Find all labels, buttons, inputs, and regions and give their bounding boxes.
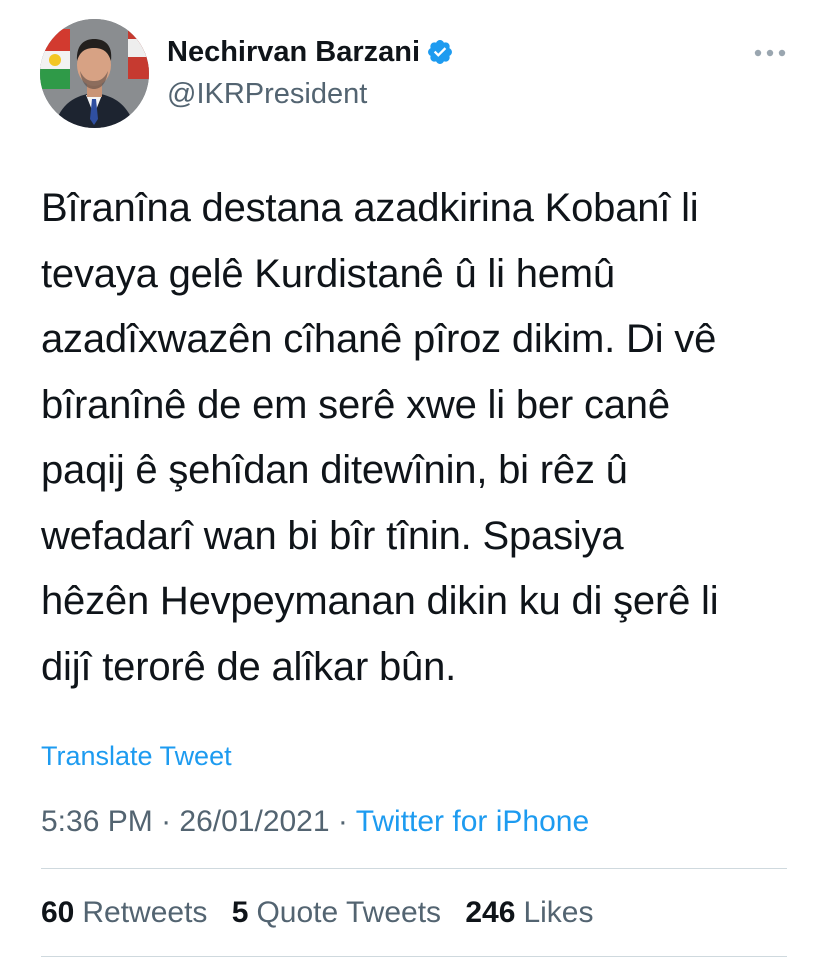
retweets-count: 60	[41, 896, 75, 929]
translate-tweet-link[interactable]: Translate Tweet	[41, 740, 232, 772]
likes-count: 246	[465, 896, 516, 929]
tweet-text: Bîranîna destana azadkirina Kobanî li te…	[41, 176, 801, 700]
tweet-text-line: Bîranîna destana azadkirina Kobanî li	[41, 186, 699, 230]
tweet-time[interactable]: 5:36 PM	[41, 805, 153, 838]
verified-badge-icon	[428, 40, 453, 64]
author-name[interactable]: Nechirvan Barzani	[167, 36, 420, 68]
avatar[interactable]	[40, 19, 149, 128]
retweets-label: Retweets	[82, 896, 208, 929]
likes-label: Likes	[523, 896, 594, 929]
divider	[41, 956, 787, 957]
tweet-meta: 5:36 PM · 26/01/2021 · Twitter for iPhon…	[41, 804, 589, 840]
tweet-text-line: tevaya gelê Kurdistanê û li hemû	[41, 251, 615, 296]
more-horizontal-icon	[754, 49, 786, 57]
tweet-text-line: azadîxwazên cîhanê pîroz dikim. Di vê	[41, 317, 717, 361]
author-name-row[interactable]: Nechirvan Barzani	[167, 35, 454, 69]
tweet-text-line: bîranînê de em serê xwe li ber canê	[41, 382, 670, 427]
retweets-stat[interactable]: 60 Retweets	[41, 896, 207, 929]
tweet-text-line: dijî terorê de alîkar bûn.	[41, 644, 457, 689]
quote-tweets-label: Quote Tweets	[256, 896, 442, 929]
meta-separator: ·	[152, 805, 180, 838]
quote-tweets-stat[interactable]: 5 Quote Tweets	[232, 896, 441, 929]
likes-stat[interactable]: 246 Likes	[465, 896, 593, 929]
tweet-text-line: hêzên Hevpeymanan dikin ku di şerê li	[41, 579, 719, 623]
meta-separator: ·	[329, 805, 356, 838]
tweet-text-line: wefadarî wan bi bîr tînin. Spasiya	[41, 513, 624, 558]
quote-tweets-count: 5	[231, 896, 249, 929]
author-handle[interactable]: @IKRPresident	[167, 77, 367, 111]
tweet-text-line: paqij ê şehîdan ditewînin, bi rêz û	[41, 448, 628, 492]
tweet: Nechirvan Barzani @IKRPresident Bîranîna…	[0, 0, 828, 970]
tweet-date[interactable]: 26/01/2021	[179, 805, 329, 838]
tweet-source-link[interactable]: Twitter for iPhone	[356, 805, 589, 838]
avatar-image	[40, 19, 149, 128]
divider	[41, 868, 787, 869]
tweet-stats: 60 Retweets 5 Quote Tweets 246 Likes	[41, 895, 609, 931]
more-options-button[interactable]	[750, 38, 790, 68]
